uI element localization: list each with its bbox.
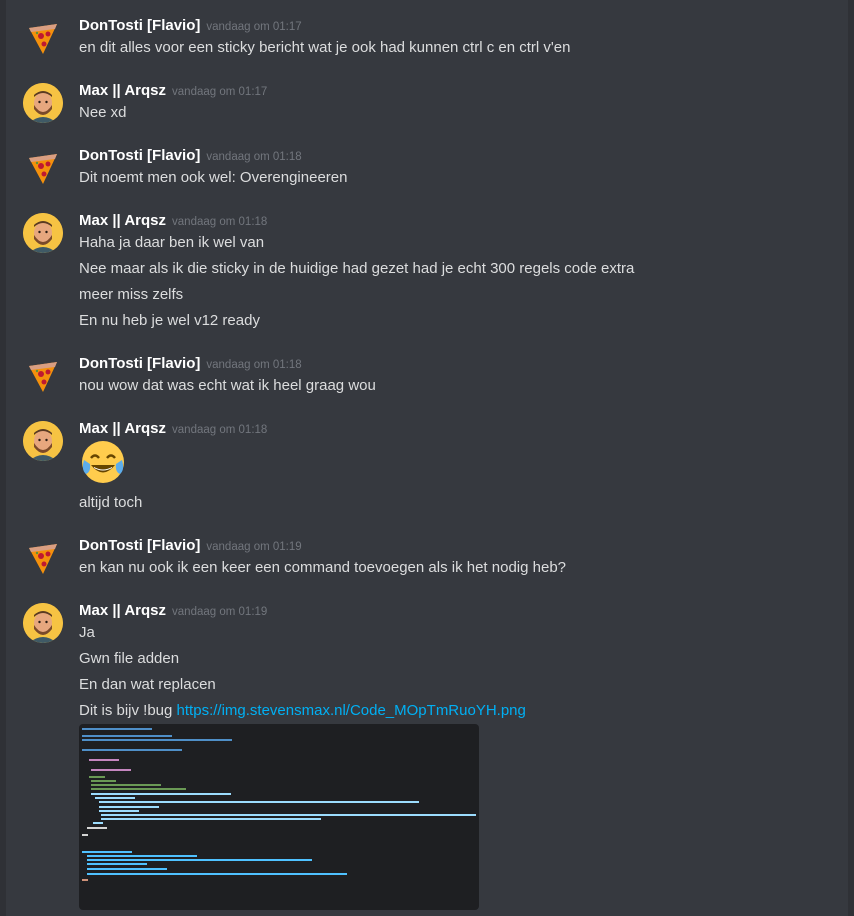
code-screenshot-image[interactable] bbox=[79, 724, 479, 910]
message-text: Dit is bijv !bug https://img.stevensmax.… bbox=[79, 702, 526, 719]
author-name[interactable]: Max || Arqsz bbox=[79, 212, 166, 229]
author-name[interactable]: DonTosti [Flavio] bbox=[79, 537, 200, 554]
author-name[interactable]: DonTosti [Flavio] bbox=[79, 17, 200, 34]
message-header: Max || Arqsz vandaag om 01:19 bbox=[79, 602, 267, 620]
message-text: meer miss zelfs bbox=[79, 286, 184, 303]
message-text: Nee xd bbox=[79, 104, 127, 121]
timestamp: vandaag om 01:18 bbox=[206, 359, 302, 371]
message-text: Gwn file adden bbox=[79, 650, 180, 667]
author-name[interactable]: DonTosti [Flavio] bbox=[79, 355, 200, 372]
max-avatar[interactable] bbox=[23, 213, 63, 253]
message-header: Max || Arqsz vandaag om 01:18 bbox=[79, 212, 267, 230]
message-header: DonTosti [Flavio] vandaag om 01:18 bbox=[79, 355, 302, 373]
author-name[interactable]: DonTosti [Flavio] bbox=[79, 147, 200, 164]
message-text: En nu heb je wel v12 ready bbox=[79, 312, 260, 329]
timestamp: vandaag om 01:17 bbox=[172, 86, 268, 98]
timestamp: vandaag om 01:19 bbox=[206, 541, 302, 553]
message-header: DonTosti [Flavio] vandaag om 01:19 bbox=[79, 537, 302, 555]
message-text: En dan wat replacen bbox=[79, 676, 216, 693]
timestamp: vandaag om 01:18 bbox=[172, 424, 268, 436]
message-text-prefix: Dit is bijv !bug bbox=[79, 702, 177, 719]
message-text: Haha ja daar ben ik wel van bbox=[79, 234, 265, 251]
max-avatar[interactable] bbox=[23, 83, 63, 123]
message-header: Max || Arqsz vandaag om 01:17 bbox=[79, 82, 267, 100]
image-link[interactable]: https://img.stevensmax.nl/Code_MOpTmRuoY… bbox=[177, 702, 526, 719]
scrollbar[interactable] bbox=[848, 0, 854, 916]
pizza-icon[interactable] bbox=[23, 18, 63, 58]
timestamp: vandaag om 01:17 bbox=[206, 21, 302, 33]
message-header: DonTosti [Flavio] vandaag om 01:17 bbox=[79, 17, 302, 35]
pizza-icon[interactable] bbox=[23, 538, 63, 578]
timestamp: vandaag om 01:18 bbox=[172, 216, 268, 228]
timestamp: vandaag om 01:19 bbox=[172, 606, 268, 618]
message-text: Ja bbox=[79, 624, 95, 641]
message-text: Dit noemt men ook wel: Overengineeren bbox=[79, 169, 348, 186]
max-avatar[interactable] bbox=[23, 421, 63, 461]
message-text: altijd toch bbox=[79, 494, 143, 511]
pizza-icon[interactable] bbox=[23, 148, 63, 188]
code-screenshot-lines bbox=[82, 728, 476, 881]
pizza-icon[interactable] bbox=[23, 356, 63, 396]
message-header: Max || Arqsz vandaag om 01:18 bbox=[79, 420, 267, 438]
joy-emoji-icon bbox=[79, 438, 127, 486]
author-name[interactable]: Max || Arqsz bbox=[79, 82, 166, 99]
message-text: Nee maar als ik die sticky in de huidige… bbox=[79, 260, 635, 277]
timestamp: vandaag om 01:18 bbox=[206, 151, 302, 163]
left-rail bbox=[0, 0, 6, 916]
author-name[interactable]: Max || Arqsz bbox=[79, 602, 166, 619]
message-header: DonTosti [Flavio] vandaag om 01:18 bbox=[79, 147, 302, 165]
message-text: en kan nu ook ik een keer een command to… bbox=[79, 559, 567, 576]
message-text: en dit alles voor een sticky bericht wat… bbox=[79, 39, 571, 56]
max-avatar[interactable] bbox=[23, 603, 63, 643]
author-name[interactable]: Max || Arqsz bbox=[79, 420, 166, 437]
message-text: nou wow dat was echt wat ik heel graag w… bbox=[79, 377, 376, 394]
